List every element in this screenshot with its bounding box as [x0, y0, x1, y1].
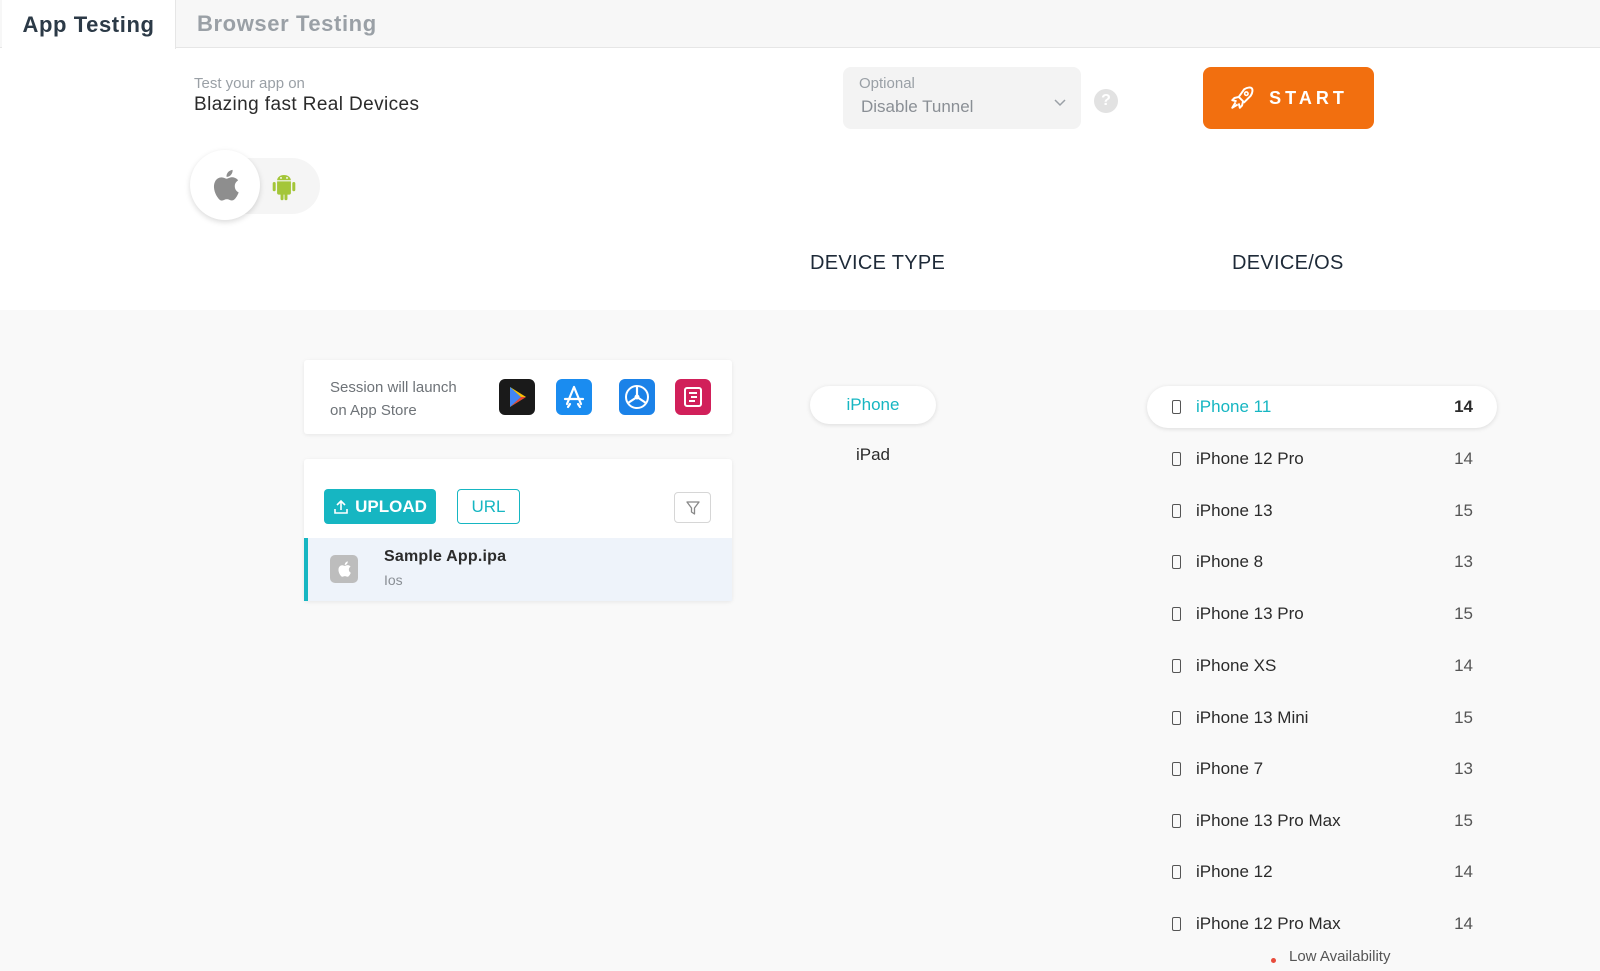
device-name: iPhone 8 [1196, 552, 1264, 571]
tab-browser-testing[interactable]: Browser Testing [197, 0, 377, 48]
device-name: iPhone 13 Mini [1196, 708, 1309, 727]
phone-icon [1172, 865, 1181, 879]
filter-icon [685, 500, 700, 515]
device-name: iPhone 12 [1196, 862, 1273, 881]
device-type-heading: DEVICE TYPE [810, 252, 946, 274]
device-name: iPhone 13 Pro Max [1196, 811, 1341, 830]
device-name: iPhone 11 [1196, 397, 1272, 416]
device-name: iPhone 13 [1196, 501, 1273, 520]
header-subtitle: Test your app on [194, 75, 305, 92]
phone-icon [1172, 555, 1181, 569]
device-os-version: 15 [1454, 811, 1473, 830]
phone-icon [1172, 917, 1181, 931]
device-name: iPhone 12 Pro [1196, 449, 1304, 468]
top-tabs: App Testing Browser Testing [0, 0, 1600, 49]
app-apple-icon [330, 555, 358, 583]
device-os-version: 13 [1454, 552, 1473, 571]
tab-app-testing[interactable]: App Testing [2, 0, 176, 49]
upload-button[interactable]: UPLOAD [324, 489, 436, 524]
device-os-version: 14 [1454, 914, 1473, 933]
device-os-version: 13 [1454, 759, 1473, 778]
device-os-version: 14 [1454, 397, 1473, 416]
phone-icon [1172, 607, 1181, 621]
device-type-iphone[interactable]: iPhone [810, 386, 936, 424]
session-card: Session will launch on App Store [304, 360, 732, 434]
device-os-version: 15 [1454, 501, 1473, 520]
device-row[interactable]: iPhone 11 14 [1147, 386, 1497, 428]
device-row[interactable]: iPhone 8 13 [1147, 541, 1497, 583]
phone-icon [1172, 400, 1181, 414]
tunnel-value: Disable Tunnel [861, 97, 974, 116]
tunnel-label: Optional [859, 75, 915, 92]
low-availability-label: Low Availability [1289, 948, 1391, 965]
app-name: Sample App.ipa [384, 548, 507, 565]
device-row[interactable]: iPhone XS 14 [1147, 645, 1497, 687]
device-row[interactable]: iPhone 13 Pro Max 15 [1147, 800, 1497, 842]
header-headline: Blazing fast Real Devices [194, 94, 420, 115]
upload-icon [334, 499, 348, 514]
phone-icon [1172, 504, 1181, 518]
android-option[interactable] [268, 170, 300, 202]
chevron-down-icon [1054, 99, 1066, 107]
phone-icon [1172, 452, 1181, 466]
device-os-version: 14 [1454, 656, 1473, 675]
device-row[interactable]: iPhone 12 Pro Max 14 [1147, 903, 1497, 945]
help-icon[interactable]: ? [1094, 89, 1118, 113]
google-play-icon[interactable] [499, 379, 535, 415]
phone-icon [1172, 814, 1181, 828]
device-type-ipad[interactable]: iPad [810, 436, 936, 474]
device-name: iPhone 7 [1196, 759, 1264, 778]
phone-icon [1172, 762, 1181, 776]
test-flight-icon[interactable] [619, 379, 655, 415]
session-text: Session will launch on App Store [330, 376, 470, 422]
tunnel-select[interactable]: Optional Disable Tunnel [843, 67, 1081, 129]
start-label: START [1269, 87, 1348, 108]
low-availability-dot [1271, 958, 1276, 963]
upload-card: UPLOAD URL Sample App.ipa Ios [304, 459, 732, 601]
device-os-heading: DEVICE/OS [1232, 252, 1344, 274]
device-os-version: 15 [1454, 708, 1473, 727]
start-button[interactable]: START [1203, 67, 1374, 129]
rocket-icon [1231, 86, 1254, 109]
filter-button[interactable] [674, 492, 711, 523]
app-store-icon[interactable] [556, 379, 592, 415]
phone-icon [1172, 711, 1181, 725]
device-os-version: 14 [1454, 862, 1473, 881]
session-line-1: Session will launch [330, 379, 457, 396]
device-os-version: 15 [1454, 604, 1473, 623]
device-row[interactable]: iPhone 13 Mini 15 [1147, 697, 1497, 739]
device-name: iPhone XS [1196, 656, 1277, 675]
ios-option[interactable] [190, 150, 260, 220]
device-name: iPhone 13 Pro [1196, 604, 1304, 623]
device-row[interactable]: iPhone 7 13 [1147, 748, 1497, 790]
session-line-2: on App Store [330, 402, 417, 419]
app-list-item[interactable]: Sample App.ipa Ios [304, 538, 732, 601]
app-center-icon[interactable] [675, 379, 711, 415]
app-platform: Ios [384, 572, 403, 588]
device-row[interactable]: iPhone 13 15 [1147, 490, 1497, 532]
upload-label: UPLOAD [355, 496, 427, 516]
os-toggle [190, 150, 320, 220]
device-row[interactable]: iPhone 12 14 [1147, 851, 1497, 893]
apple-icon [213, 169, 239, 201]
android-icon [272, 175, 296, 201]
phone-icon [1172, 659, 1181, 673]
url-button[interactable]: URL [457, 489, 520, 524]
device-row[interactable]: iPhone 13 Pro 15 [1147, 593, 1497, 635]
device-name: iPhone 12 Pro Max [1196, 914, 1341, 933]
device-os-version: 14 [1454, 449, 1473, 468]
device-row[interactable]: iPhone 12 Pro 14 [1147, 438, 1497, 480]
